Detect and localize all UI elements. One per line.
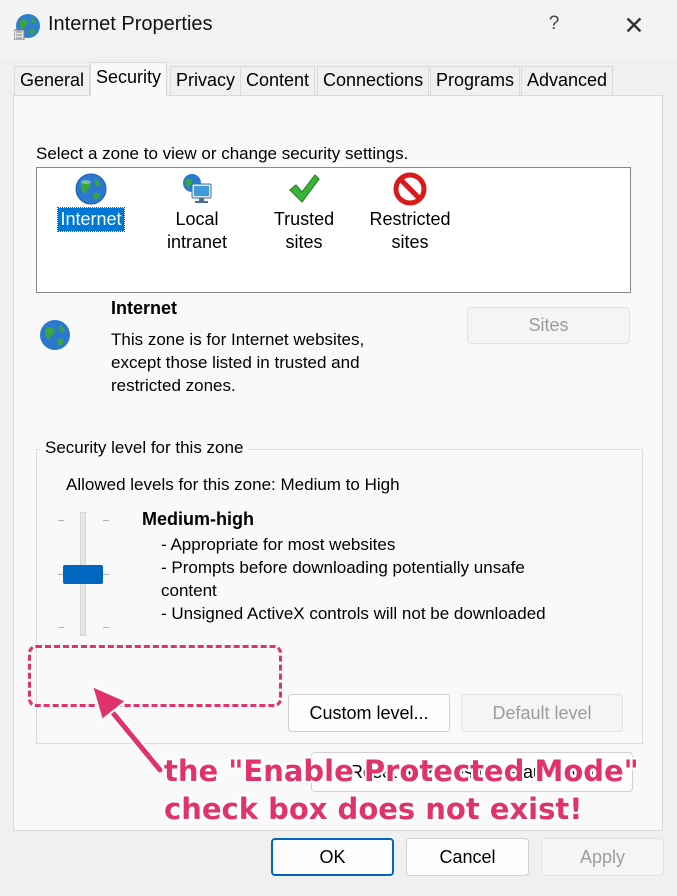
- zone-trusted-sites-label-2: sites: [285, 232, 323, 252]
- tab-privacy[interactable]: Privacy: [170, 66, 242, 95]
- zone-name: Internet: [111, 298, 178, 318]
- zone-internet[interactable]: Internet: [41, 172, 141, 232]
- apply-button[interactable]: Apply: [541, 838, 664, 876]
- ok-button[interactable]: OK: [271, 838, 394, 876]
- zone-description-line-2: except those listed in trusted and: [111, 353, 360, 372]
- globe-icon: [74, 172, 108, 206]
- tab-advanced[interactable]: Advanced: [521, 66, 614, 95]
- close-button[interactable]: ✕: [612, 10, 656, 42]
- globe-icon: [38, 318, 72, 352]
- slider-tick: [103, 627, 109, 628]
- internet-properties-icon: [13, 12, 42, 41]
- level-bullet-2-continued: content: [161, 581, 217, 600]
- zone-local-intranet-label-2: intranet: [166, 232, 228, 252]
- custom-level-button[interactable]: Custom level...: [288, 694, 450, 732]
- zone-description-line-3: restricted zones.: [111, 376, 236, 395]
- slider-tick: [103, 574, 109, 575]
- annotation-text-line-1: the "Enable Protected Mode": [164, 754, 639, 788]
- slider-tick: [58, 627, 64, 628]
- tab-security[interactable]: Security: [90, 62, 168, 96]
- window-title: Internet Properties: [48, 13, 213, 35]
- security-level-name: Medium-high: [142, 509, 254, 529]
- level-bullet-3: - Unsigned ActiveX controls will not be …: [161, 604, 546, 623]
- level-bullet-2: - Prompts before downloading potentially…: [161, 558, 525, 577]
- zone-description-line-1: This zone is for Internet websites,: [111, 330, 365, 349]
- zone-restricted-sites-label-2: sites: [391, 232, 429, 252]
- zone-restricted-sites[interactable]: Restricted sites: [360, 172, 460, 254]
- checkmark-icon: [287, 172, 321, 206]
- tab-programs[interactable]: Programs: [430, 66, 521, 95]
- slider-tick: [58, 520, 64, 521]
- allowed-levels-text: Allowed levels for this zone: Medium to …: [66, 475, 400, 494]
- zone-internet-label: Internet: [57, 207, 125, 232]
- security-level-group-title: Security level for this zone: [40, 438, 249, 458]
- default-level-button[interactable]: Default level: [461, 694, 623, 732]
- annotation-dashed-box: [28, 645, 282, 707]
- zone-trusted-sites[interactable]: Trusted sites: [254, 172, 354, 254]
- tab-content[interactable]: Content: [240, 66, 316, 95]
- zone-trusted-sites-label-1: Trusted: [273, 209, 335, 229]
- sites-button[interactable]: Sites: [467, 307, 630, 344]
- level-bullet-1: - Appropriate for most websites: [161, 535, 396, 554]
- tab-connections[interactable]: Connections: [317, 66, 430, 95]
- help-button[interactable]: ?: [537, 13, 571, 41]
- zone-prompt: Select a zone to view or change security…: [36, 144, 409, 163]
- security-level-slider-thumb[interactable]: [63, 565, 103, 584]
- annotation-text-line-2: check box does not exist!: [164, 792, 583, 826]
- zone-local-intranet[interactable]: Local intranet: [147, 172, 247, 254]
- no-entry-icon: [393, 172, 427, 206]
- slider-tick: [103, 520, 109, 521]
- zone-restricted-sites-label-1: Restricted: [369, 209, 451, 229]
- network-computer-icon: [180, 172, 214, 206]
- cancel-button[interactable]: Cancel: [406, 838, 529, 876]
- tab-general[interactable]: General: [14, 66, 91, 95]
- zone-local-intranet-label-1: Local: [175, 209, 219, 229]
